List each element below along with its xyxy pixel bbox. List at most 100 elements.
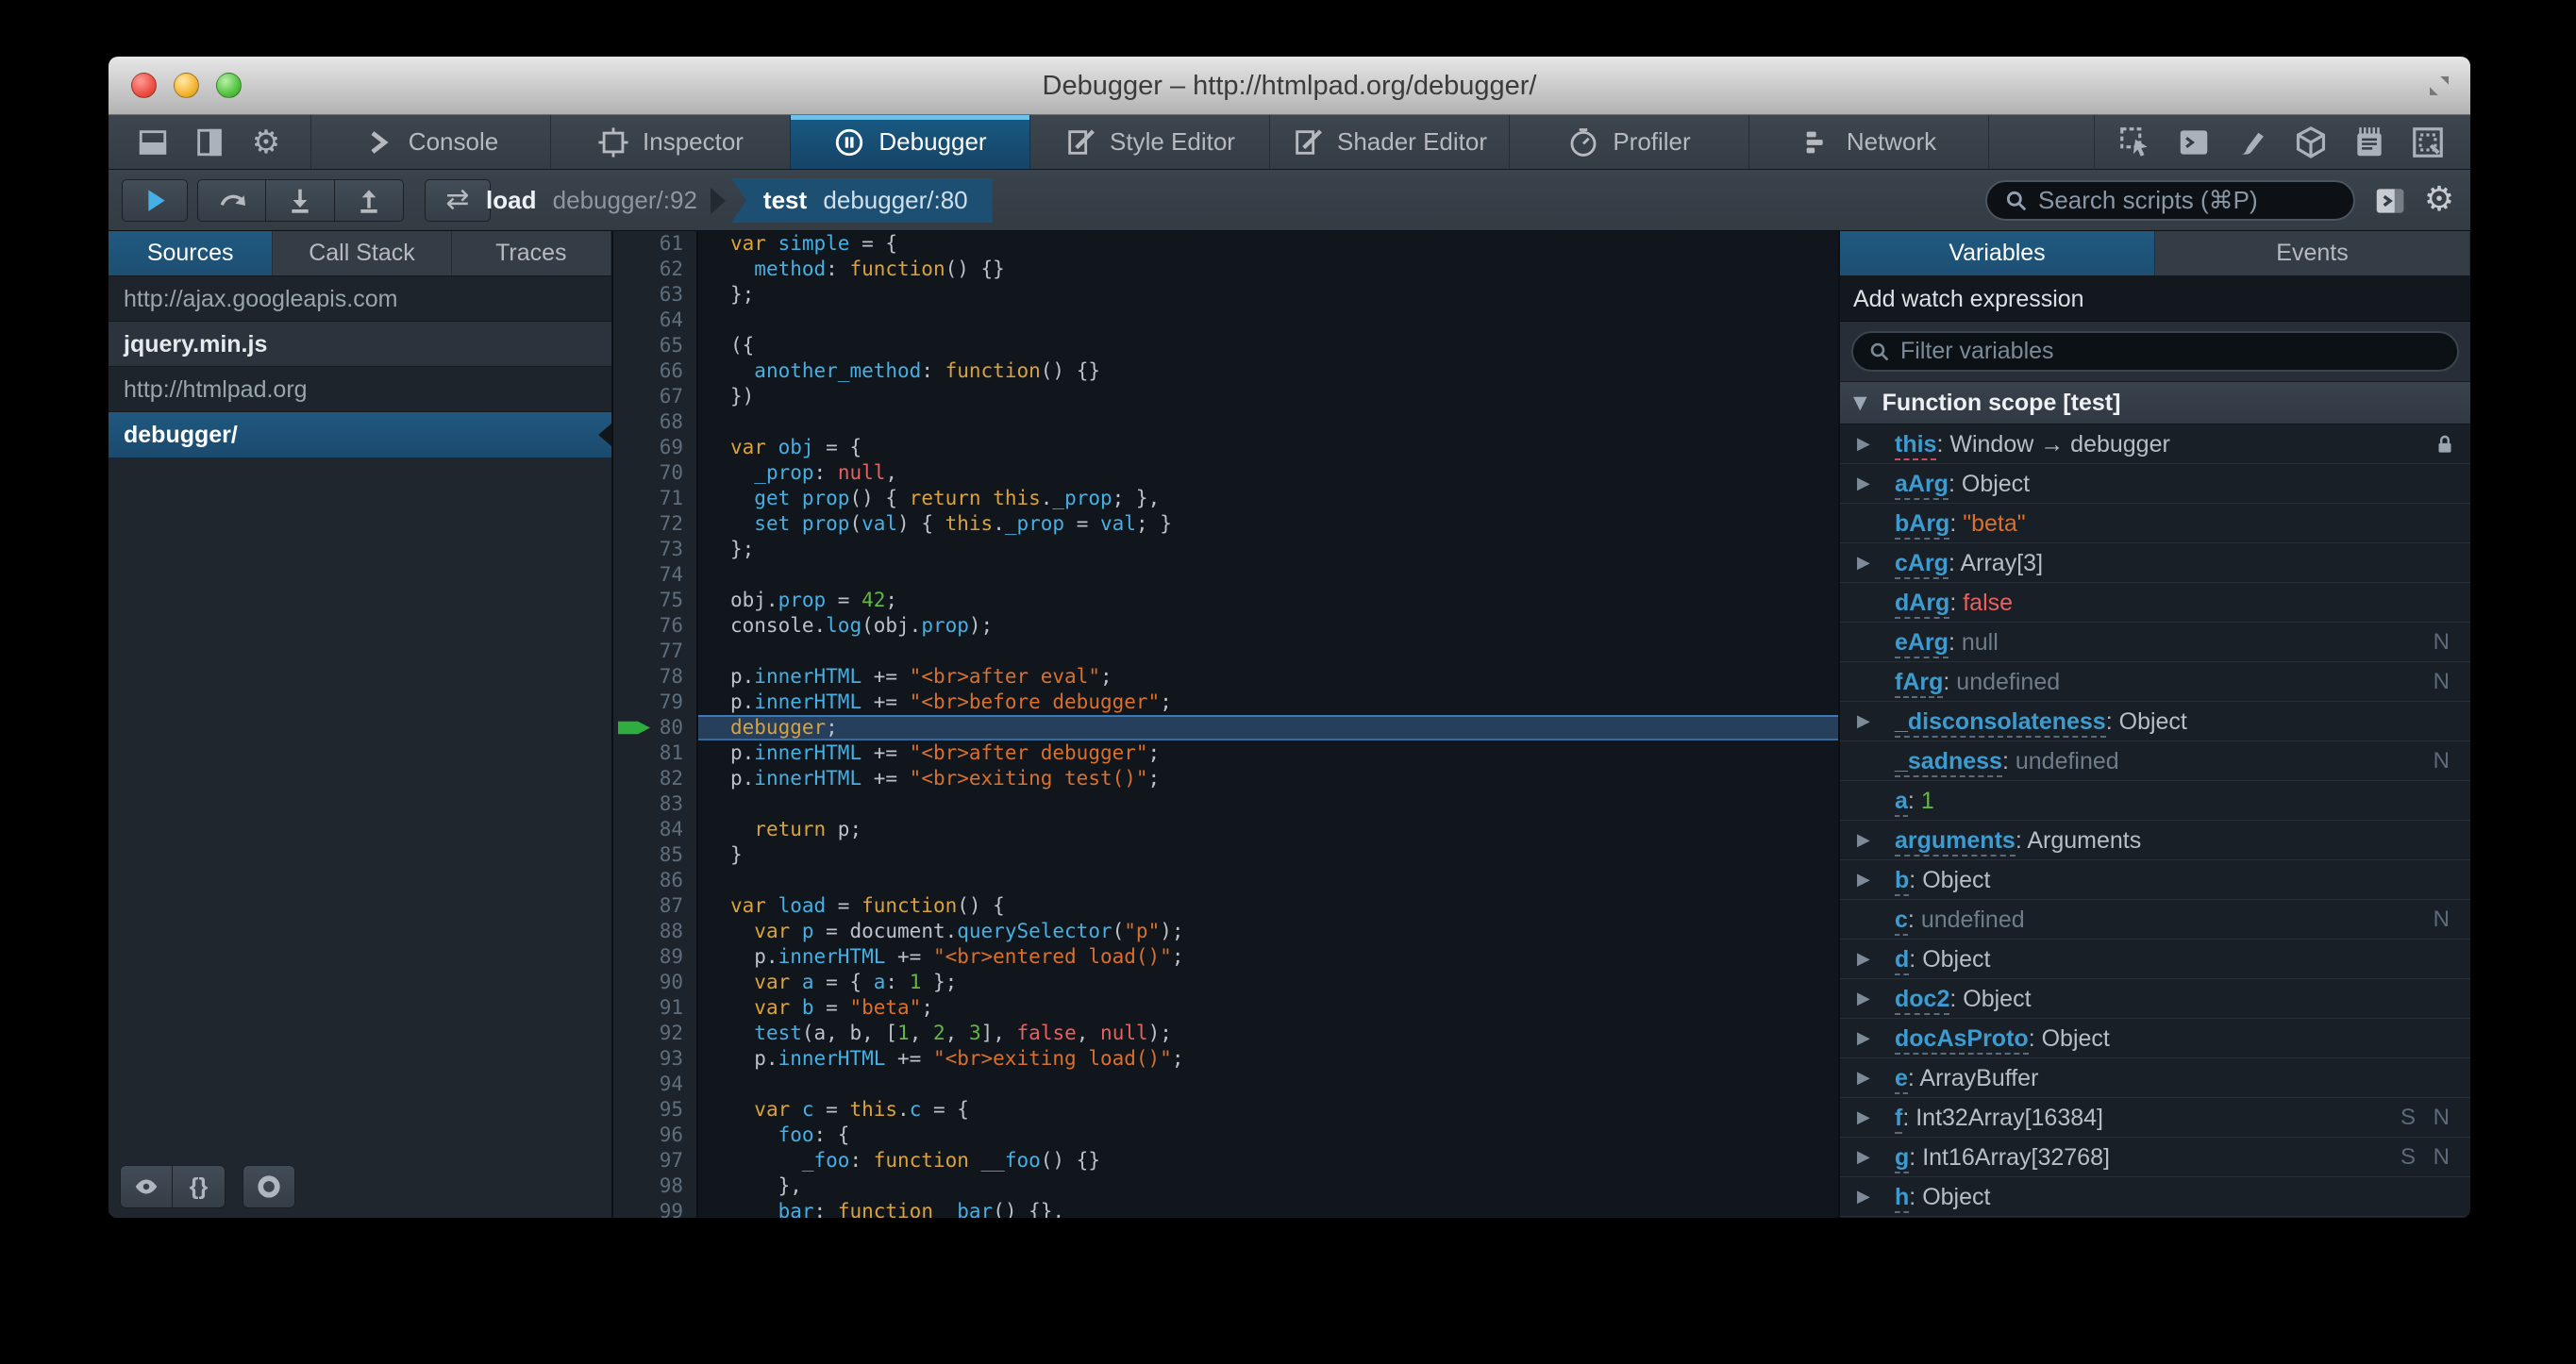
line-number-gutter[interactable]: 99 — [613, 1199, 698, 1218]
variable-row-docAsProto[interactable]: ▶ docAsProto: Object — [1840, 1019, 2470, 1058]
filter-variables-input[interactable] — [1900, 338, 2442, 365]
line-number-gutter[interactable]: 90 — [613, 970, 698, 995]
paintbrush-icon[interactable] — [2234, 125, 2270, 160]
step-over-button[interactable] — [197, 178, 266, 222]
line-number-gutter[interactable]: 97 — [613, 1148, 698, 1173]
expand-arrow-icon[interactable]: ▶ — [1857, 424, 1870, 463]
breadcrumb-frame-load[interactable]: load debugger/:92 — [478, 186, 705, 215]
variable-row-_sadness[interactable]: _sadness: undefined N — [1840, 741, 2470, 781]
tilt-3d-icon[interactable] — [2293, 125, 2329, 160]
expand-arrow-icon[interactable]: ▶ — [1857, 1058, 1870, 1097]
breadcrumb-frame-test[interactable]: test debugger/:80 — [730, 178, 993, 223]
line-number-gutter[interactable]: 63 — [613, 282, 698, 308]
code-editor[interactable]: 61 var simple = {62 method: function() {}… — [613, 231, 1838, 1218]
resume-button[interactable] — [122, 178, 188, 222]
sources-tab-traces[interactable]: Traces — [452, 231, 611, 275]
line-number-gutter[interactable]: 80 — [613, 715, 698, 740]
tab-style-editor[interactable]: Style Editor — [1030, 115, 1270, 169]
line-number-gutter[interactable]: 76 — [613, 613, 698, 639]
line-number-gutter[interactable]: 67 — [613, 384, 698, 409]
variable-row-doc2[interactable]: ▶ doc2: Object — [1840, 979, 2470, 1019]
variable-row-eArg[interactable]: eArg: null N — [1840, 623, 2470, 662]
tab-inspector[interactable]: Inspector — [551, 115, 791, 169]
source-host-header[interactable]: http://ajax.googleapis.com — [109, 276, 611, 322]
line-number-gutter[interactable]: 64 — [613, 308, 698, 333]
split-console-icon[interactable] — [2176, 125, 2212, 160]
expand-panes-icon[interactable] — [2372, 183, 2408, 219]
step-out-button[interactable] — [335, 178, 404, 222]
responsive-mode-icon[interactable] — [2410, 125, 2446, 160]
sources-tab-call-stack[interactable]: Call Stack — [273, 231, 452, 275]
variable-row-g[interactable]: ▶ g: Int16Array[32768] S N — [1840, 1138, 2470, 1177]
line-number-gutter[interactable]: 78 — [613, 664, 698, 690]
line-number-gutter[interactable]: 85 — [613, 842, 698, 868]
expand-arrow-icon[interactable]: ▶ — [1857, 1019, 1870, 1057]
tab-profiler[interactable]: Profiler — [1510, 115, 1749, 169]
line-number-gutter[interactable]: 79 — [613, 690, 698, 715]
sources-tab-sources[interactable]: Sources — [109, 231, 274, 275]
tab-debugger[interactable]: Debugger — [791, 115, 1030, 169]
line-number-gutter[interactable]: 86 — [613, 868, 698, 893]
variable-row-dArg[interactable]: dArg: false — [1840, 583, 2470, 623]
variable-row-f[interactable]: ▶ f: Int32Array[16384] S N — [1840, 1098, 2470, 1138]
line-number-gutter[interactable]: 71 — [613, 486, 698, 511]
line-number-gutter[interactable]: 96 — [613, 1123, 698, 1148]
variables-tab-variables[interactable]: Variables — [1840, 231, 2155, 275]
step-in-button[interactable] — [266, 178, 335, 222]
line-number-gutter[interactable]: 88 — [613, 919, 698, 944]
line-number-gutter[interactable]: 93 — [613, 1046, 698, 1072]
line-number-gutter[interactable]: 89 — [613, 944, 698, 970]
variable-row-b[interactable]: ▶ b: Object — [1840, 860, 2470, 900]
variable-row-c[interactable]: c: undefined N — [1840, 900, 2470, 940]
scratchpad-icon[interactable] — [2351, 125, 2387, 160]
expand-arrow-icon[interactable]: ▶ — [1857, 940, 1870, 978]
source-item[interactable]: debugger/ — [109, 412, 611, 457]
source-item[interactable]: jquery.min.js — [109, 322, 611, 367]
line-number-gutter[interactable]: 74 — [613, 562, 698, 588]
dock-bottom-icon[interactable] — [137, 126, 169, 158]
line-number-gutter[interactable]: 83 — [613, 791, 698, 817]
pick-element-icon[interactable] — [2117, 125, 2153, 160]
line-number-gutter[interactable]: 92 — [613, 1021, 698, 1046]
variable-row-arguments[interactable]: ▶ arguments: Arguments — [1840, 821, 2470, 860]
variable-row-_disconsolateness[interactable]: ▶ _disconsolateness: Object — [1840, 702, 2470, 741]
line-number-gutter[interactable]: 72 — [613, 511, 698, 537]
variable-row-fArg[interactable]: fArg: undefined N — [1840, 662, 2470, 702]
variable-row-d[interactable]: ▶ d: Object — [1840, 940, 2470, 979]
expand-arrow-icon[interactable]: ▶ — [1857, 979, 1870, 1018]
line-number-gutter[interactable]: 61 — [613, 231, 698, 257]
expand-arrow-icon[interactable]: ▶ — [1857, 1177, 1870, 1216]
expand-arrow-icon[interactable]: ▶ — [1857, 1138, 1870, 1176]
variable-row-e[interactable]: ▶ e: ArrayBuffer — [1840, 1058, 2470, 1098]
variables-tab-events[interactable]: Events — [2155, 231, 2470, 275]
line-number-gutter[interactable]: 94 — [613, 1072, 698, 1097]
scope-header[interactable]: ▼ Function scope [test] — [1840, 382, 2470, 424]
line-number-gutter[interactable]: 68 — [613, 409, 698, 435]
pretty-print-button[interactable]: {} — [173, 1165, 226, 1208]
add-watch-expression[interactable]: Add watch expression — [1840, 276, 2470, 322]
expand-arrow-icon[interactable]: ▶ — [1857, 702, 1870, 740]
line-number-gutter[interactable]: 73 — [613, 537, 698, 562]
line-number-gutter[interactable]: 62 — [613, 257, 698, 282]
variable-row-a[interactable]: a: 1 — [1840, 781, 2470, 821]
line-number-gutter[interactable]: 87 — [613, 893, 698, 919]
expand-arrow-icon[interactable]: ▶ — [1857, 464, 1870, 503]
variable-row-h[interactable]: ▶ h: Object — [1840, 1177, 2470, 1217]
tab-shader-editor[interactable]: Shader Editor — [1270, 115, 1510, 169]
line-number-gutter[interactable]: 65 — [613, 333, 698, 358]
tab-network[interactable]: Network — [1749, 115, 1989, 169]
blackbox-eye-button[interactable] — [120, 1165, 173, 1208]
line-number-gutter[interactable]: 91 — [613, 995, 698, 1021]
line-number-gutter[interactable]: 69 — [613, 435, 698, 460]
search-input[interactable] — [2038, 186, 2354, 215]
line-number-gutter[interactable]: 81 — [613, 740, 698, 766]
line-number-gutter[interactable]: 75 — [613, 588, 698, 613]
variable-row-bArg[interactable]: bArg: "beta" — [1840, 504, 2470, 543]
toggle-breakpoints-button[interactable] — [243, 1165, 295, 1208]
line-number-gutter[interactable]: 70 — [613, 460, 698, 486]
toolbox-options-icon[interactable]: ⚙ — [250, 126, 282, 158]
line-number-gutter[interactable]: 77 — [613, 639, 698, 664]
line-number-gutter[interactable]: 95 — [613, 1097, 698, 1123]
line-number-gutter[interactable]: 82 — [613, 766, 698, 791]
tab-console[interactable]: Console — [311, 115, 551, 169]
